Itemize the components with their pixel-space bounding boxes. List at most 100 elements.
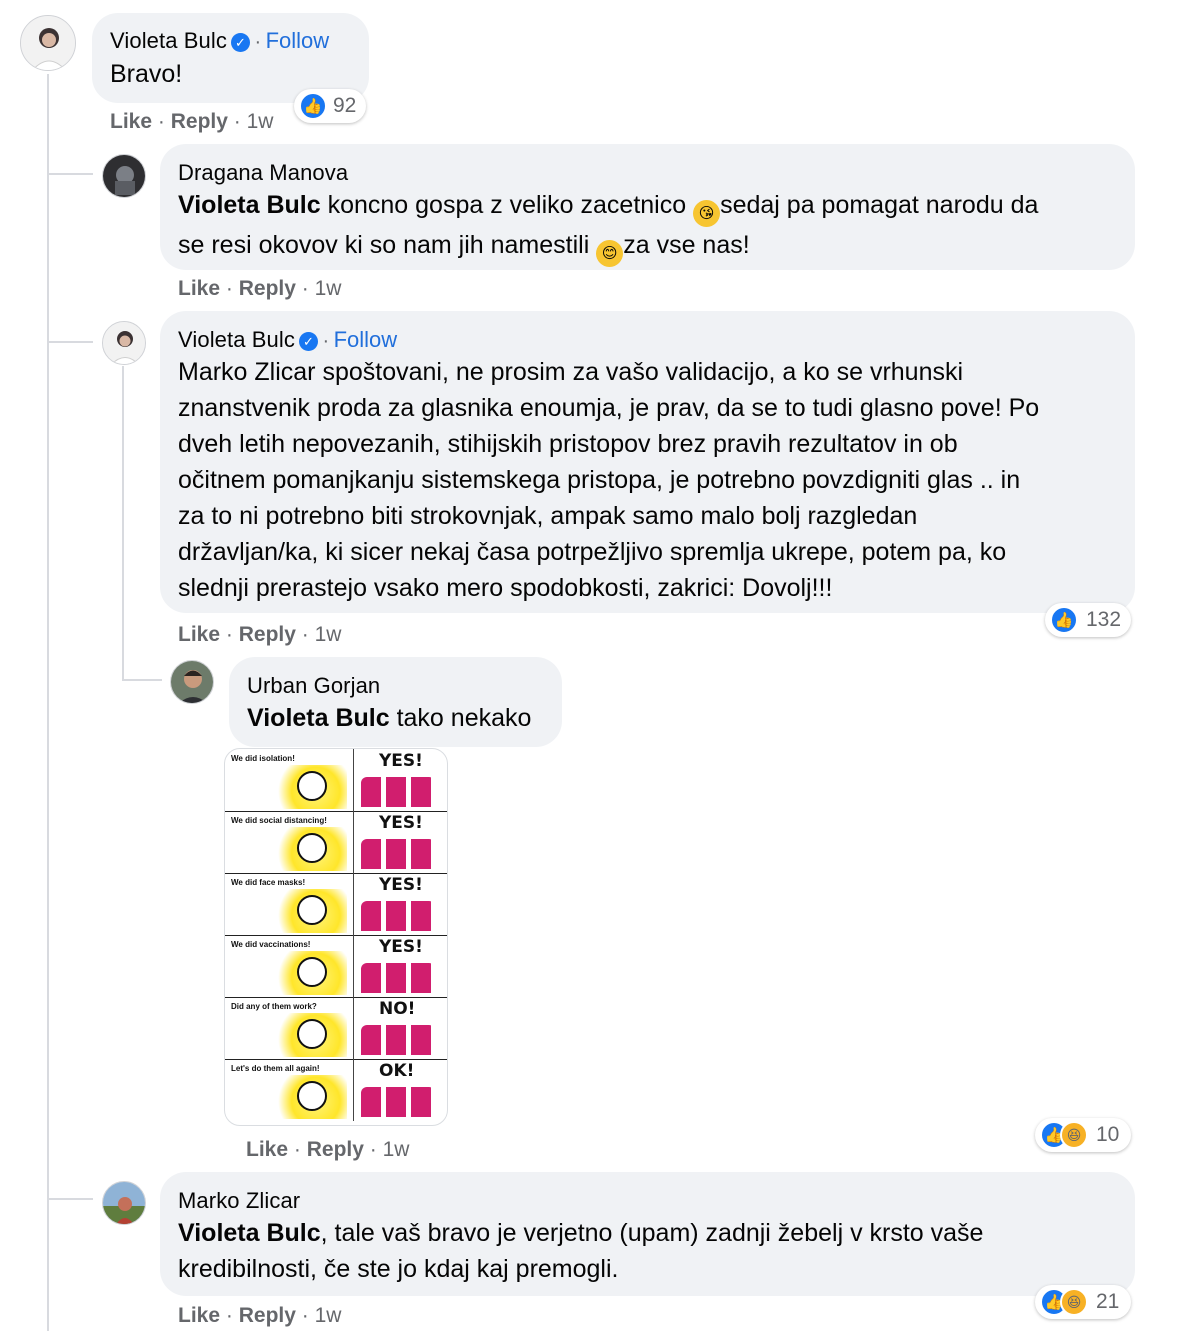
- comment-text-4: Violeta Bulc tako nekako: [247, 700, 531, 736]
- separator: ·: [233, 110, 241, 133]
- timestamp[interactable]: 1w: [247, 110, 274, 133]
- separator: ·: [254, 31, 262, 53]
- comment-text-3: Marko Zlicar spoštovani, ne prosim za va…: [178, 354, 1123, 606]
- author-name[interactable]: Dragana Manova: [178, 160, 348, 186]
- separator: ·: [225, 1304, 233, 1327]
- avatar-urban-gorjan[interactable]: [170, 660, 214, 704]
- meme-panel: We did vaccinations! YES!: [225, 935, 447, 998]
- reply-button[interactable]: Reply: [239, 277, 296, 300]
- separator: ·: [301, 623, 309, 646]
- face-drawing: [297, 833, 327, 863]
- avatar-portrait-icon: [21, 16, 75, 70]
- thread-line-branch-5: [47, 1198, 93, 1200]
- meme-caption: We did vaccinations!: [231, 940, 311, 949]
- text-line: dveh letih nepovezanih, stihijskih prist…: [178, 430, 958, 458]
- timestamp[interactable]: 1w: [315, 1304, 342, 1327]
- avatar-violeta-bulc[interactable]: [102, 321, 146, 365]
- comment-bubble-5: Marko Zlicar Violeta Bulc, tale vaš brav…: [160, 1172, 1135, 1296]
- panel-divider: [353, 873, 354, 935]
- like-reaction-icon: 👍: [1050, 606, 1078, 634]
- follow-button[interactable]: Follow: [334, 327, 398, 352]
- like-button[interactable]: Like: [178, 277, 220, 300]
- author-name[interactable]: Urban Gorjan: [247, 673, 380, 699]
- reply-button[interactable]: Reply: [239, 623, 296, 646]
- haha-reaction-icon: 😆: [1060, 1288, 1088, 1316]
- text-segment: za vse nas!: [623, 231, 750, 259]
- like-button[interactable]: Like: [178, 623, 220, 646]
- face-drawing: [297, 1081, 327, 1111]
- meme-image[interactable]: We did isolation! YES! We did social dis…: [224, 748, 448, 1126]
- separator: ·: [322, 330, 330, 352]
- face-drawing: [297, 1019, 327, 1049]
- text-segment: koncno gospa z veliko zacetnico: [320, 191, 694, 219]
- comment-text-2: Violeta Bulc koncno gospa z veliko zacet…: [178, 187, 1118, 267]
- comment-header-3: Violeta Bulc ✓ · Follow: [178, 327, 397, 353]
- comment-text-1: Bravo!: [110, 60, 183, 88]
- reply-button[interactable]: Reply: [239, 1304, 296, 1327]
- meme-answer: YES!: [379, 875, 423, 895]
- text-segment: kredibilnosti, če ste jo kdaj kaj premog…: [178, 1255, 619, 1283]
- text-segment: se resi okovov ki so nam jih namestili: [178, 231, 597, 259]
- text-line: očitnem pomanjkanju sistemskega pristopa…: [178, 466, 1021, 494]
- thread-line-branch-4: [122, 679, 162, 681]
- text-segment: sedaj pa pomagat narodu da: [720, 191, 1039, 219]
- reaction-count: 92: [333, 94, 357, 117]
- panel-divider: [353, 1059, 354, 1121]
- like-button[interactable]: Like: [178, 1304, 220, 1327]
- thread-line-sub: [122, 366, 124, 680]
- author-name[interactable]: Violeta Bulc: [110, 28, 227, 53]
- timestamp[interactable]: 1w: [383, 1138, 410, 1161]
- comment-bubble-3: Violeta Bulc ✓ · Follow Marko Zlicar spoš…: [160, 311, 1135, 613]
- like-button[interactable]: Like: [110, 110, 152, 133]
- face-drawing: [297, 771, 327, 801]
- reaction-summary-3[interactable]: 👍 132: [1045, 603, 1131, 637]
- reply-button[interactable]: Reply: [307, 1138, 364, 1161]
- text-line: slednji prerastejo vsako mero spodobkost…: [178, 574, 833, 602]
- avatar-violeta-bulc[interactable]: [20, 15, 76, 71]
- mention-link[interactable]: Violeta Bulc: [178, 191, 321, 219]
- text-segment: , tale vaš bravo je verjetno (upam) zadn…: [320, 1219, 984, 1247]
- comment-bubble-2: Dragana Manova Violeta Bulc koncno gospa…: [160, 144, 1135, 270]
- meme-answer: YES!: [379, 937, 423, 957]
- meme-answer: YES!: [379, 751, 423, 771]
- comment-bubble-4: Urban Gorjan Violeta Bulc tako nekako: [229, 657, 562, 747]
- thread-line-branch-2: [47, 173, 93, 175]
- panel-divider: [353, 749, 354, 811]
- text-line: Marko Zlicar spoštovani, ne prosim za va…: [178, 358, 964, 386]
- crowd-drawing: [361, 963, 435, 993]
- like-button[interactable]: Like: [246, 1138, 288, 1161]
- separator: ·: [225, 623, 233, 646]
- meme-panel: We did social distancing! YES!: [225, 811, 447, 874]
- meme-caption: We did isolation!: [231, 754, 295, 763]
- author-name[interactable]: Violeta Bulc: [178, 327, 295, 352]
- timestamp[interactable]: 1w: [315, 277, 342, 300]
- panel-divider: [353, 811, 354, 873]
- haha-reaction-icon: 😆: [1060, 1121, 1088, 1149]
- separator: ·: [301, 1304, 309, 1327]
- text-line: znanstvenik proda za glasnika enoumja, j…: [178, 394, 1040, 422]
- avatar-dragana-manova[interactable]: [102, 154, 146, 198]
- author-name[interactable]: Marko Zlicar: [178, 1188, 300, 1214]
- face-drawing: [297, 895, 327, 925]
- avatar-photo-icon: [171, 661, 213, 703]
- mention-link[interactable]: Violeta Bulc: [247, 704, 390, 732]
- like-reaction-icon: 👍: [299, 92, 327, 120]
- separator: ·: [301, 277, 309, 300]
- timestamp[interactable]: 1w: [315, 623, 342, 646]
- meme-answer: OK!: [379, 1061, 415, 1081]
- comment-actions-1: Like · Reply · 1w: [110, 110, 273, 134]
- follow-button[interactable]: Follow: [266, 28, 330, 53]
- reply-button[interactable]: Reply: [171, 110, 228, 133]
- mention-link[interactable]: Violeta Bulc: [178, 1219, 321, 1247]
- avatar-photo-icon: [103, 155, 145, 197]
- panel-divider: [353, 935, 354, 997]
- meme-caption: We did face masks!: [231, 878, 306, 887]
- reaction-summary-1[interactable]: 👍 92: [294, 89, 366, 123]
- reaction-summary-5[interactable]: 👍 😆 21: [1035, 1285, 1131, 1319]
- reaction-count: 10: [1096, 1123, 1120, 1146]
- meme-caption: Let's do them all again!: [231, 1064, 320, 1073]
- crowd-drawing: [361, 901, 435, 931]
- reaction-summary-4[interactable]: 👍 😆 10: [1035, 1118, 1131, 1152]
- text-line: za to ni potrebno biti strokovnjak, ampa…: [178, 502, 918, 530]
- avatar-marko-zlicar[interactable]: [102, 1181, 146, 1225]
